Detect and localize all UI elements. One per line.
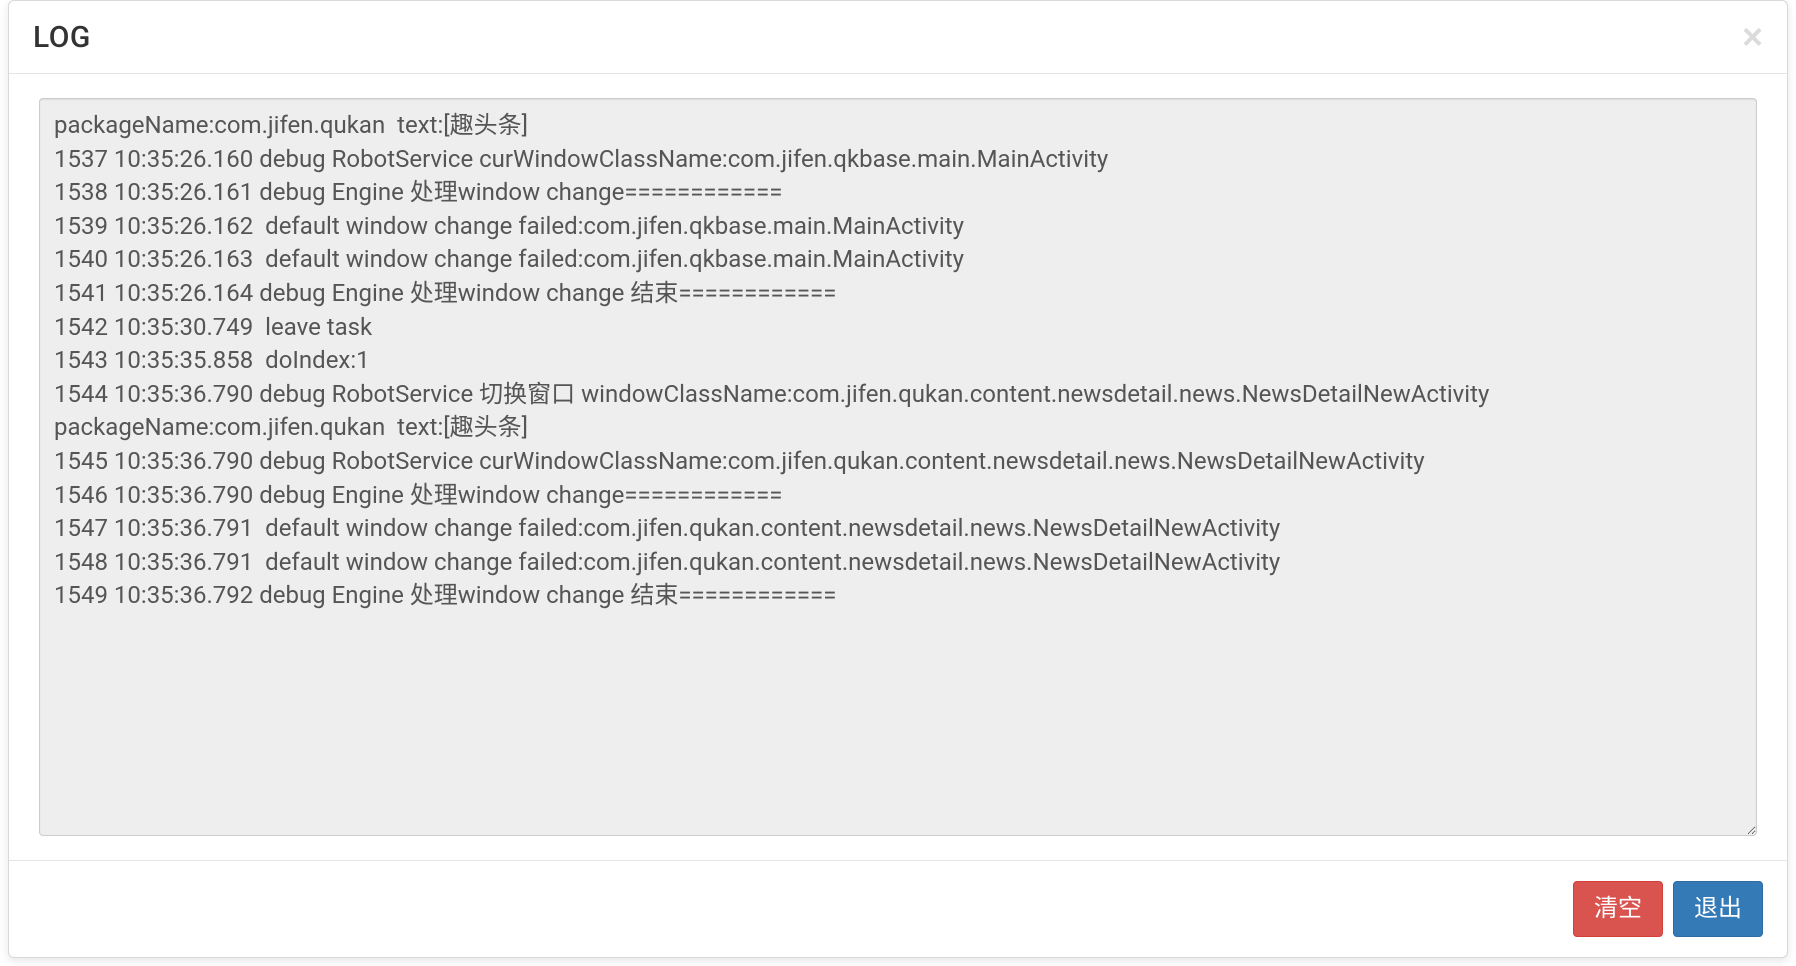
exit-button[interactable]: 退出 <box>1673 881 1763 937</box>
modal-body <box>9 74 1787 860</box>
clear-button[interactable]: 清空 <box>1573 881 1663 937</box>
modal-title: LOG <box>33 20 91 55</box>
close-icon[interactable]: × <box>1742 19 1763 55</box>
modal-footer: 清空 退出 <box>9 860 1787 957</box>
log-textarea[interactable] <box>39 98 1757 836</box>
modal-header: LOG × <box>9 1 1787 74</box>
log-modal: LOG × 清空 退出 <box>8 0 1788 958</box>
